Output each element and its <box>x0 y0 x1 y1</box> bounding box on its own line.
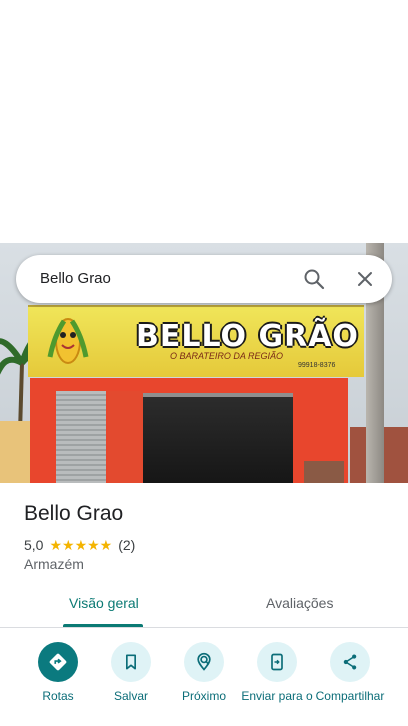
nearby-icon <box>197 652 211 671</box>
sign-subtitle: O BARATEIRO DA REGIÃO <box>170 351 284 361</box>
search-icon[interactable] <box>302 267 326 291</box>
rating-row[interactable]: 5,0 ★★★★★ (2) <box>24 536 135 554</box>
send-to-phone-icon <box>271 653 283 671</box>
top-blank-area <box>0 0 408 243</box>
sign-phone: 99918-8376 <box>298 362 336 369</box>
rating-stars-icon: ★★★★★ <box>49 536 113 553</box>
nearby-button[interactable]: Próximo <box>165 642 243 703</box>
share-icon <box>343 654 357 670</box>
send-to-phone-circle <box>257 642 297 682</box>
directions-button[interactable]: Rotas <box>19 642 97 703</box>
save-button[interactable]: Salvar <box>92 642 170 703</box>
metal-shutter <box>56 391 106 483</box>
sign-title: BELLO GRÃO <box>136 319 359 354</box>
send-to-phone-button[interactable]: Enviar para o <box>238 642 316 703</box>
rating-value: 5,0 <box>24 537 44 553</box>
tabs-divider <box>0 627 408 628</box>
save-label: Salvar <box>113 689 148 703</box>
save-circle <box>111 642 151 682</box>
side-wall <box>0 421 30 483</box>
directions-icon <box>49 653 67 671</box>
tab-reviews[interactable]: Avaliações <box>266 595 333 611</box>
tab-overview[interactable]: Visão geral <box>69 595 139 611</box>
share-circle <box>330 642 370 682</box>
wall-pillar <box>108 391 143 483</box>
bookmark-icon <box>126 654 136 670</box>
nearby-circle <box>184 642 224 682</box>
share-label: Compartilhar <box>315 689 385 703</box>
send-to-phone-label: Enviar para o <box>241 689 313 703</box>
close-icon[interactable] <box>353 267 377 291</box>
nearby-label: Próximo <box>181 689 226 703</box>
search-bar[interactable]: Bello Grao <box>16 255 392 303</box>
review-count[interactable]: (2) <box>118 537 135 553</box>
share-button[interactable]: Compartilhar <box>311 642 389 703</box>
directions-circle <box>38 642 78 682</box>
store-entrance <box>143 393 293 483</box>
corn-mascot <box>47 318 89 364</box>
electric-meters <box>304 461 344 483</box>
place-category[interactable]: Armazém <box>24 556 84 572</box>
search-query[interactable]: Bello Grao <box>40 270 111 287</box>
directions-label: Rotas <box>42 689 74 703</box>
place-title: Bello Grao <box>24 502 124 525</box>
